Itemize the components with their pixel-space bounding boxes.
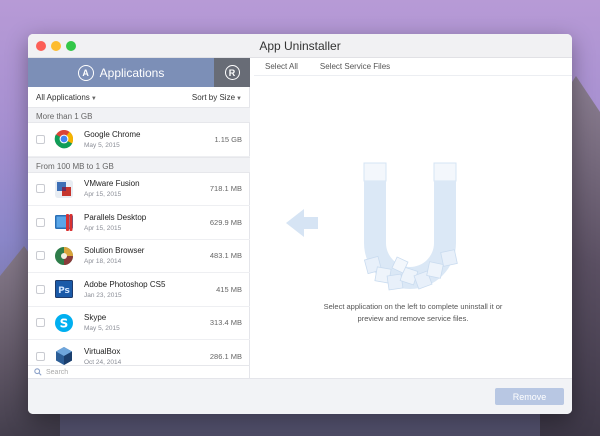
list-item[interactable]: Parallels Desktop Apr 15, 2015 629.9 MB (28, 206, 250, 240)
titlebar: App Uninstaller (28, 34, 572, 58)
main-panel: Select All Select Service Files Select a… (254, 58, 572, 378)
main-toolbar: Select All Select Service Files (254, 58, 572, 76)
registered-icon: R (224, 65, 240, 80)
list-item[interactable]: Solution Browser Apr 18, 2014 483.1 MB (28, 240, 250, 273)
app-size: 1.15 GB (214, 134, 242, 144)
uninstall-illustration (286, 162, 458, 291)
close-window-button[interactable] (36, 41, 46, 51)
item-checkbox[interactable] (36, 134, 45, 144)
search-icon (34, 368, 42, 376)
select-service-files-button[interactable]: Select Service Files (320, 62, 390, 71)
category-dropdown-label: All Applications (36, 92, 90, 102)
arrow-left-icon (286, 209, 318, 237)
select-all-button[interactable]: Select All (265, 62, 298, 71)
item-checkbox[interactable] (36, 318, 45, 328)
virtualbox-icon (54, 346, 74, 366)
applications-tab[interactable]: A Applications (28, 58, 214, 87)
sort-dropdown[interactable]: Sort by Size▼ (192, 93, 242, 102)
vmware-icon (54, 179, 74, 199)
applications-tab-label: Applications (99, 65, 165, 80)
svg-text:Ps: Ps (58, 286, 70, 296)
solution-browser-icon (54, 246, 74, 266)
minimize-window-button[interactable] (51, 41, 61, 51)
item-checkbox[interactable] (36, 284, 45, 294)
search-input[interactable]: Search (28, 365, 250, 378)
chrome-icon (54, 129, 74, 149)
app-size: 483.1 MB (209, 251, 242, 261)
app-name: Parallels Desktop (84, 212, 147, 222)
window-controls (36, 41, 76, 51)
group-header: More than 1 GB (28, 107, 250, 123)
app-name: Google Chrome (84, 129, 141, 139)
caret-down-icon: ▼ (90, 95, 97, 102)
filter-bar: All Applications▼ Sort by Size▼ (28, 87, 250, 107)
registered-tab[interactable]: R (214, 58, 250, 87)
list-item[interactable]: VMware Fusion Apr 15, 2015 718.1 MB (28, 173, 250, 206)
sidebar: A Applications R All Applications▼ Sort … (28, 58, 250, 378)
window-title: App Uninstaller (259, 38, 341, 53)
list-item[interactable]: Ps Adobe Photoshop CS5 Jan 23, 2015 415 … (28, 273, 250, 307)
app-name: VMware Fusion (84, 179, 140, 189)
app-date: Jan 23, 2015 (84, 291, 122, 299)
remove-button[interactable]: Remove (495, 388, 564, 405)
application-list: More than 1 GB Google Chrome May 5, 2015… (28, 107, 250, 372)
list-item[interactable]: S Skype May 5, 2015 313.4 MB (28, 307, 250, 340)
item-checkbox[interactable] (36, 217, 45, 227)
app-size: 415 MB (216, 284, 242, 294)
item-checkbox[interactable] (36, 351, 45, 361)
skype-icon: S (54, 313, 74, 333)
svg-text:S: S (60, 316, 69, 330)
search-placeholder: Search (46, 368, 69, 376)
item-checkbox[interactable] (36, 184, 45, 194)
list-item[interactable]: Google Chrome May 5, 2015 1.15 GB (28, 123, 250, 157)
app-size: 629.9 MB (209, 217, 242, 227)
footer: Remove (28, 378, 572, 414)
app-name: Solution Browser (84, 246, 145, 256)
app-date: Apr 15, 2015 (84, 224, 122, 232)
photoshop-icon: Ps (54, 279, 74, 299)
app-size: 718.1 MB (209, 184, 242, 194)
parallels-icon (54, 212, 74, 232)
app-size: 313.4 MB (209, 318, 242, 328)
magnet-icon (363, 162, 458, 291)
zoom-window-button[interactable] (66, 41, 76, 51)
app-window: App Uninstaller A Applications R All App… (28, 34, 572, 414)
item-checkbox[interactable] (36, 251, 45, 261)
app-store-icon: A (77, 64, 94, 81)
app-date: Apr 18, 2014 (84, 258, 122, 266)
group-header: From 100 MB to 1 GB (28, 156, 250, 173)
sort-dropdown-label: Sort by Size (191, 92, 236, 102)
app-date: May 5, 2015 (84, 141, 120, 149)
category-dropdown[interactable]: All Applications▼ (36, 93, 97, 102)
app-date: Apr 15, 2015 (84, 191, 122, 199)
app-name: Adobe Photoshop CS5 (84, 279, 166, 289)
app-size: 286.1 MB (209, 351, 242, 361)
app-name: Skype (84, 313, 107, 323)
app-date: May 5, 2015 (84, 325, 120, 333)
caret-down-icon: ▼ (236, 95, 242, 102)
app-name: VirtualBox (84, 346, 121, 356)
instructions-text: Select application on the left to comple… (323, 302, 503, 323)
